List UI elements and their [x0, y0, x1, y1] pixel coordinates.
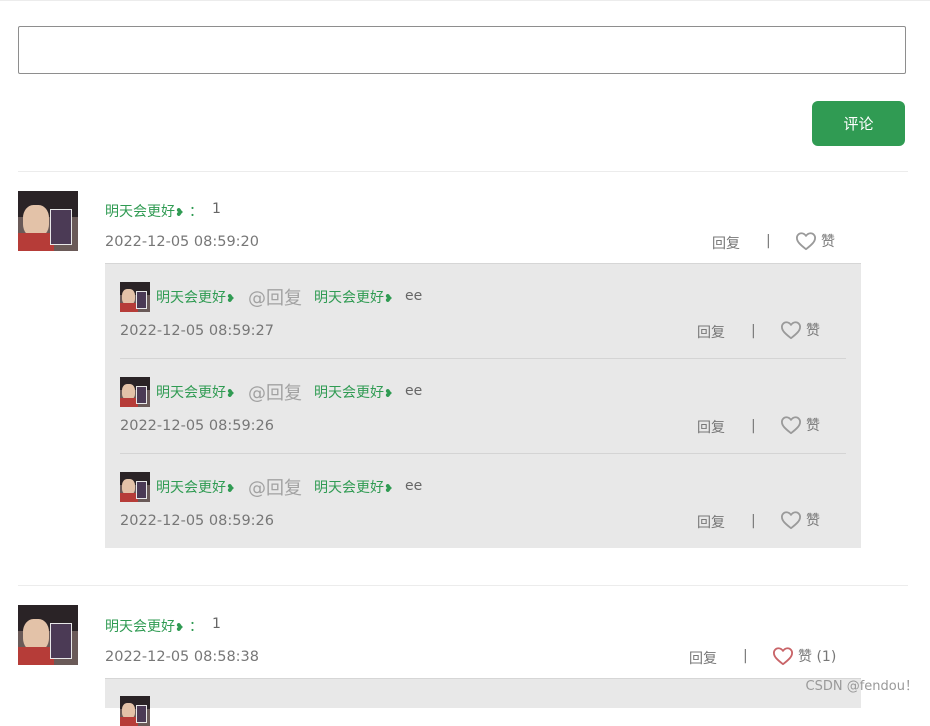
separator: |: [766, 233, 771, 249]
reply-button[interactable]: 回复: [712, 233, 740, 253]
comment-author[interactable]: 明天会更好❥: [105, 616, 184, 636]
like-label: 赞: [806, 323, 820, 339]
divider: [18, 171, 908, 172]
at-reply-text: @回复: [248, 288, 302, 309]
comment-input[interactable]: [18, 26, 906, 74]
submit-comment-button[interactable]: 评论: [812, 101, 905, 146]
heart-icon: [781, 321, 801, 340]
like-button[interactable]: 赞: [780, 510, 820, 530]
separator: |: [751, 323, 756, 339]
reply-time: 2022-12-05 08:59:26: [120, 513, 274, 529]
reply-content: ee: [405, 288, 423, 304]
comment-content: 1: [212, 616, 221, 632]
comment-time: 2022-12-05 08:58:38: [105, 649, 259, 665]
reply-time: 2022-12-05 08:59:26: [120, 418, 274, 434]
like-label: 赞: [806, 513, 820, 529]
like-button[interactable]: 赞: [780, 320, 820, 340]
like-button[interactable]: 赞: [795, 231, 835, 251]
reply-author[interactable]: 明天会更好❥: [156, 382, 235, 402]
avatar[interactable]: [18, 605, 78, 665]
like-label: 赞: [806, 418, 820, 434]
leaf-icon: ❥: [384, 387, 394, 400]
leaf-icon: ❥: [175, 621, 185, 634]
like-button[interactable]: 赞: [780, 415, 820, 435]
separator: |: [743, 648, 748, 664]
avatar[interactable]: [120, 472, 150, 502]
reply-author[interactable]: 明天会更好❥: [156, 287, 235, 307]
comment-author[interactable]: 明天会更好❥: [105, 201, 184, 221]
heart-icon: [781, 416, 801, 435]
reply-target[interactable]: 明天会更好❥: [314, 287, 393, 307]
reply-time: 2022-12-05 08:59:27: [120, 323, 274, 339]
heart-icon: [781, 511, 801, 530]
comment-colon: ：: [189, 619, 203, 635]
leaf-icon: ❥: [226, 482, 236, 495]
watermark: CSDN @fendou！: [805, 679, 918, 694]
separator: |: [751, 513, 756, 529]
reply-content: ee: [405, 478, 423, 494]
leaf-icon: ❥: [226, 387, 236, 400]
divider: [18, 585, 908, 586]
heart-icon: [796, 232, 816, 251]
avatar[interactable]: [120, 377, 150, 407]
leaf-icon: ❥: [384, 292, 394, 305]
replies-panel: [105, 678, 861, 726]
like-label: 赞 (1): [798, 649, 837, 665]
top-border: [0, 0, 930, 1]
reply-button[interactable]: 回复: [697, 417, 725, 437]
reply-button[interactable]: 回复: [697, 512, 725, 532]
heart-icon: [773, 647, 793, 666]
replies-panel: 明天会更好❥ @回复 明天会更好❥ ee 2022-12-05 08:59:27…: [105, 263, 861, 548]
separator: |: [751, 418, 756, 434]
avatar[interactable]: [18, 191, 78, 251]
reply-divider: [120, 358, 846, 359]
avatar[interactable]: [120, 282, 150, 312]
reply-button[interactable]: 回复: [697, 322, 725, 342]
leaf-icon: ❥: [226, 292, 236, 305]
leaf-icon: ❥: [384, 482, 394, 495]
comment-colon: ：: [189, 204, 203, 220]
reply-target[interactable]: 明天会更好❥: [314, 477, 393, 497]
comment-time: 2022-12-05 08:59:20: [105, 234, 259, 250]
reply-button[interactable]: 回复: [689, 648, 717, 668]
reply-content: ee: [405, 383, 423, 399]
like-button[interactable]: 赞 (1): [772, 646, 836, 666]
like-label: 赞: [821, 234, 835, 250]
comment-content: 1: [212, 201, 221, 217]
reply-divider: [120, 453, 846, 454]
at-reply-text: @回复: [248, 383, 302, 404]
avatar[interactable]: [120, 696, 150, 726]
at-reply-text: @回复: [248, 478, 302, 499]
reply-target[interactable]: 明天会更好❥: [314, 382, 393, 402]
leaf-icon: ❥: [175, 206, 185, 219]
reply-author[interactable]: 明天会更好❥: [156, 477, 235, 497]
